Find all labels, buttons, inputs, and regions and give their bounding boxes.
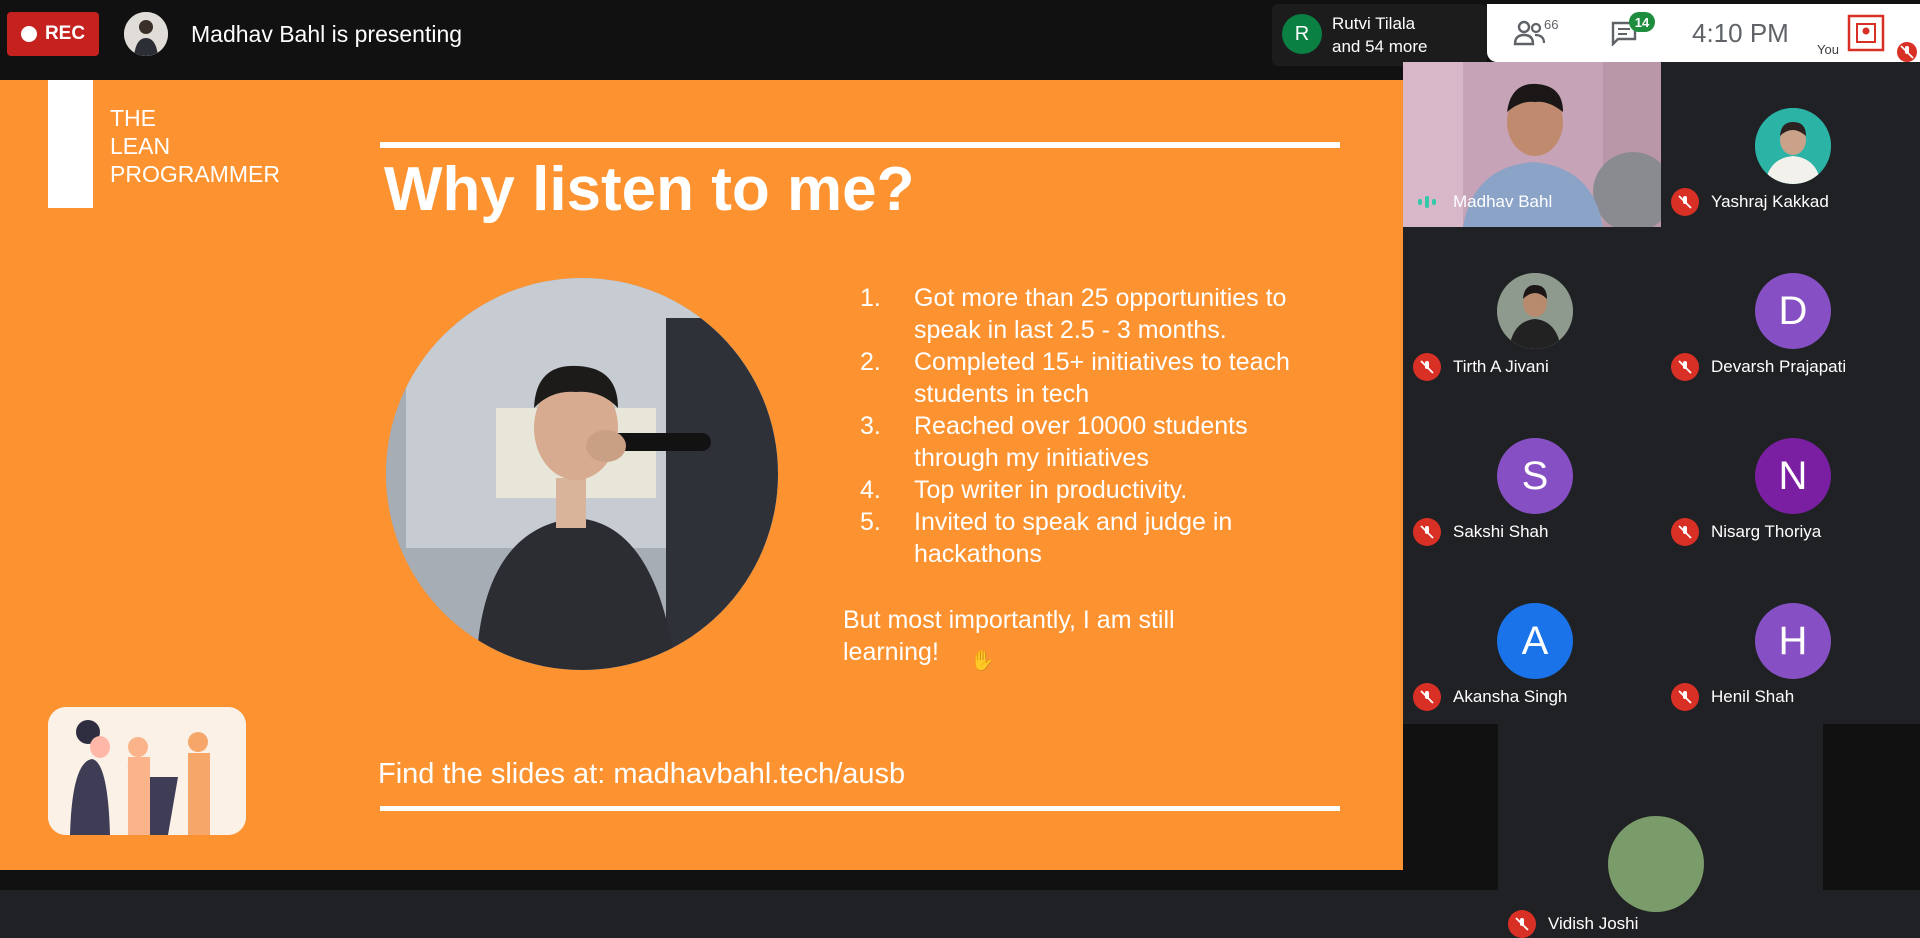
muted-mic-icon	[1413, 353, 1441, 381]
participant-tile[interactable]: N Nisarg Thoriya	[1661, 392, 1919, 557]
slides-link-text: Find the slides at: madhavbahl.tech/ausb	[378, 758, 906, 790]
participant-avatar: S	[1497, 438, 1573, 514]
slide-title: Why listen to me?	[384, 155, 915, 224]
participant-avatar: A	[1497, 603, 1573, 679]
participant-name: Tirth A Jivani	[1453, 357, 1549, 376]
joiner-more: and 54 more	[1332, 37, 1428, 56]
self-muted-icon[interactable]	[1897, 42, 1917, 62]
participant-name: Devarsh Prajapati	[1711, 357, 1847, 376]
top-divider	[380, 142, 1340, 148]
muted-mic-icon	[1671, 683, 1699, 711]
muted-mic-icon	[1508, 910, 1536, 938]
presenter-avatar	[124, 12, 168, 56]
participant-tile[interactable]: Tirth A Jivani	[1403, 227, 1661, 392]
grid-filler	[1403, 724, 1498, 890]
participant-name: Sakshi Shah	[1453, 522, 1549, 541]
people-icon[interactable]	[1513, 18, 1547, 48]
speaker-photo	[386, 278, 778, 670]
participant-name: Vidish Joshi	[1548, 914, 1639, 933]
chat-unread-badge: 14	[1629, 12, 1655, 32]
muted-mic-icon	[1413, 683, 1441, 711]
participant-name: Nisarg Thoriya	[1711, 522, 1822, 541]
participant-tile[interactable]: Madhav Bahl	[1403, 62, 1661, 227]
participant-avatar: H	[1755, 603, 1831, 679]
participant-name: Akansha Singh	[1453, 687, 1568, 706]
record-dot-icon	[20, 26, 37, 42]
participant-tile[interactable]: Vidish Joshi	[1498, 722, 1824, 938]
points-list: 1. Got more than 25 opportunities to spe…	[860, 282, 1320, 570]
participant-tile[interactable]: S Sakshi Shah	[1403, 392, 1661, 557]
speaking-indicator-icon	[1413, 188, 1441, 216]
bottom-strip	[0, 870, 1403, 890]
joiner-avatar: R	[1282, 14, 1322, 54]
muted-mic-icon	[1671, 353, 1699, 381]
muted-mic-icon	[1413, 518, 1441, 546]
participant-avatar	[1755, 108, 1831, 184]
participant-avatar	[1608, 816, 1704, 912]
list-item: 4. Top writer in productivity.	[860, 476, 1188, 504]
brand-logo-text: THE LEAN PROGRAMMER	[110, 105, 280, 187]
participant-tile[interactable]: Yashraj Kakkad	[1661, 62, 1919, 227]
grid-filler	[1823, 724, 1920, 890]
self-view-icon[interactable]	[1847, 14, 1885, 52]
participant-name: Yashraj Kakkad	[1711, 192, 1829, 211]
people-count: 66	[1544, 17, 1559, 32]
meeting-controls-panel: 66 14 4:10 PM You	[1487, 4, 1920, 62]
participant-name: Henil Shah	[1711, 687, 1795, 706]
list-item: 5. Invited to speak and judge in hackath…	[860, 508, 1233, 568]
list-item: 3. Reached over 10000 students through m…	[860, 412, 1248, 472]
participant-avatar: N	[1755, 438, 1831, 514]
muted-mic-icon	[1671, 188, 1699, 216]
hand-cursor-icon: ✋	[970, 650, 995, 672]
recording-label: REC	[44, 23, 86, 44]
clock: 4:10 PM	[1692, 18, 1789, 48]
muted-mic-icon	[1671, 518, 1699, 546]
list-item: 1. Got more than 25 opportunities to spe…	[860, 284, 1287, 344]
participant-tile[interactable]: A Akansha Singh	[1403, 557, 1661, 722]
participant-tile[interactable]: H Henil Shah	[1661, 557, 1919, 722]
participant-avatar	[1497, 273, 1573, 349]
speaker-illustration	[48, 707, 246, 835]
presentation-slide: THE LEAN PROGRAMMER Why listen to me? 1.…	[0, 80, 1403, 870]
bottom-divider	[380, 806, 1340, 811]
closing-statement: But most importantly, I am still learnin…	[843, 606, 1175, 666]
recent-joiners-notice[interactable]: R Rutvi Tilala and 54 more	[1272, 4, 1487, 66]
joiner-name: Rutvi Tilala	[1332, 14, 1416, 33]
recording-indicator[interactable]: REC	[7, 12, 99, 56]
logo-bar	[48, 80, 93, 208]
participant-avatar: D	[1755, 273, 1831, 349]
participant-tile[interactable]: D Devarsh Prajapati	[1661, 227, 1919, 392]
presenting-status: Madhav Bahl is presenting	[191, 21, 463, 47]
list-item: 2. Completed 15+ initiatives to teach st…	[860, 348, 1290, 408]
self-label: You	[1817, 42, 1839, 57]
participant-name: Madhav Bahl	[1453, 192, 1553, 211]
